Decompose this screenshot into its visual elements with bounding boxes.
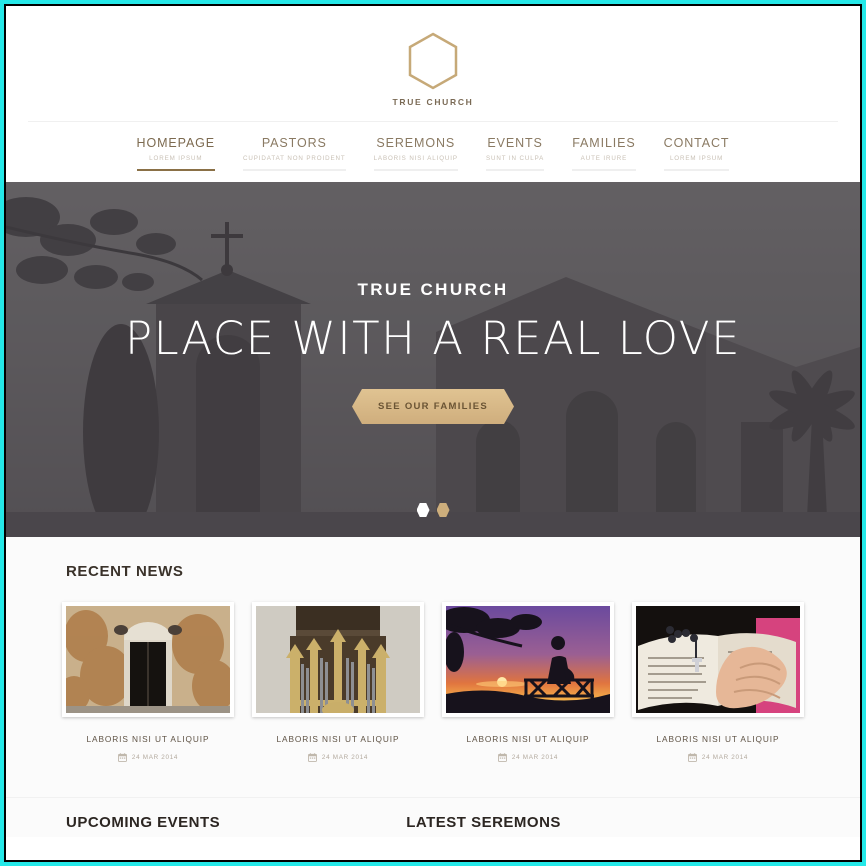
nav-item-subtitle: CUPIDATAT NON PROIDENT <box>243 155 346 162</box>
nav-item-underline <box>243 169 346 171</box>
news-card: LABORIS NISI UT ALIQUIP 24 MAR 2014 <box>252 602 424 762</box>
news-card-title[interactable]: LABORIS NISI UT ALIQUIP <box>632 734 804 744</box>
nav-item-subtitle: AUTE IRURE <box>580 155 628 162</box>
nav-item-events[interactable]: EVENTS SUNT IN CULPA <box>472 136 558 171</box>
nav-item-contact[interactable]: CONTACT LOREM IPSUM <box>650 136 744 171</box>
main-navigation[interactable]: HOMEPAGE LOREM IPSUM PASTORS CUPIDATAT NON … <box>6 122 860 182</box>
news-card-date: 24 MAR 2014 <box>632 753 804 762</box>
nav-item-subtitle: LOREM IPSUM <box>149 155 203 162</box>
news-card-date-text: 24 MAR 2014 <box>511 754 559 761</box>
nav-item-label: SEREMONS <box>376 136 456 150</box>
nav-item-homepage[interactable]: HOMEPAGE LOREM IPSUM <box>123 136 230 171</box>
hero-slider: TRUE CHURCH PLACE WITH A REAL LOVE SEE O… <box>6 182 860 537</box>
calendar-icon <box>117 753 127 762</box>
news-card: LABORIS NISI UT ALIQUIP 24 MAR 2014 <box>62 602 234 762</box>
hero-kicker: TRUE CHURCH <box>357 280 509 299</box>
calendar-icon <box>497 753 507 762</box>
news-thumbnail[interactable] <box>442 602 614 717</box>
upcoming-events-heading: UPCOMING EVENTS <box>66 814 221 831</box>
see-our-families-button[interactable]: SEE OUR FAMILIES <box>352 389 514 424</box>
nav-item-underline <box>572 169 636 171</box>
calendar-icon <box>687 753 697 762</box>
nav-item-seremons[interactable]: SEREMONS LABORIS NISI ALIQUIP <box>360 136 472 171</box>
nav-item-label: FAMILIES <box>572 136 636 150</box>
nav-item-label: EVENTS <box>487 136 543 150</box>
slider-dot-1[interactable] <box>416 503 430 517</box>
news-card: LABORIS NISI UT ALIQUIP 24 MAR 2014 <box>442 602 614 762</box>
bottom-sections: UPCOMING EVENTS LATEST SEREMONS <box>6 797 860 837</box>
nav-item-label: CONTACT <box>663 136 730 150</box>
nav-item-subtitle: LOREM IPSUM <box>669 155 724 162</box>
news-card-date-text: 24 MAR 2014 <box>321 754 369 761</box>
page-frame-inner: TRUE CHURCH HOMEPAGE LOREM IPSUM PASTORS CU… <box>4 4 862 862</box>
hero-slider-dots[interactable] <box>6 503 860 517</box>
news-card-date: 24 MAR 2014 <box>442 753 614 762</box>
calendar-icon <box>307 753 317 762</box>
recent-news-section: RECENT NEWS LABORIS NISI UT ALIQUIP 24 MA… <box>6 537 860 797</box>
website-page: TRUE CHURCH HOMEPAGE LOREM IPSUM PASTORS CU… <box>6 6 860 860</box>
nav-item-underline <box>485 169 545 171</box>
nav-item-underline <box>136 169 216 171</box>
nav-item-subtitle: SUNT IN CULPA <box>485 155 545 162</box>
nav-item-label: HOMEPAGE <box>136 136 216 150</box>
site-header: TRUE CHURCH <box>6 6 860 122</box>
nav-item-pastors[interactable]: PASTORS CUPIDATAT NON PROIDENT <box>229 136 360 171</box>
logo-text: TRUE CHURCH <box>392 97 474 107</box>
recent-news-heading: RECENT NEWS <box>66 563 184 580</box>
news-card: LABORIS NISI UT ALIQUIP 24 MAR 2014 <box>632 602 804 762</box>
news-grid: LABORIS NISI UT ALIQUIP 24 MAR 2014 LABORI… <box>6 602 860 762</box>
latest-sermons-heading: LATEST SEREMONS <box>406 814 561 831</box>
news-card-date: 24 MAR 2014 <box>62 753 234 762</box>
hero-title: PLACE WITH A REAL LOVE <box>124 312 742 365</box>
slider-dot-2[interactable] <box>436 503 450 517</box>
news-card-title[interactable]: LABORIS NISI UT ALIQUIP <box>442 734 614 744</box>
news-thumbnail[interactable] <box>252 602 424 717</box>
hexagon-cross-icon <box>407 32 459 90</box>
news-card-title[interactable]: LABORIS NISI UT ALIQUIP <box>62 734 234 744</box>
nav-item-underline <box>663 169 730 171</box>
hero-content: TRUE CHURCH PLACE WITH A REAL LOVE SEE O… <box>6 182 860 537</box>
news-thumbnail[interactable] <box>632 602 804 717</box>
nav-item-subtitle: LABORIS NISI ALIQUIP <box>373 155 458 162</box>
page-frame: TRUE CHURCH HOMEPAGE LOREM IPSUM PASTORS CU… <box>0 0 866 866</box>
nav-item-label: PASTORS <box>261 136 327 150</box>
logo[interactable]: TRUE CHURCH <box>6 32 860 107</box>
nav-item-families[interactable]: FAMILIES AUTE IRURE <box>558 136 649 171</box>
nav-item-underline <box>373 169 458 171</box>
news-card-title[interactable]: LABORIS NISI UT ALIQUIP <box>252 734 424 744</box>
news-card-date-text: 24 MAR 2014 <box>701 754 749 761</box>
news-thumbnail[interactable] <box>62 602 234 717</box>
news-card-date: 24 MAR 2014 <box>252 753 424 762</box>
news-card-date-text: 24 MAR 2014 <box>131 754 179 761</box>
